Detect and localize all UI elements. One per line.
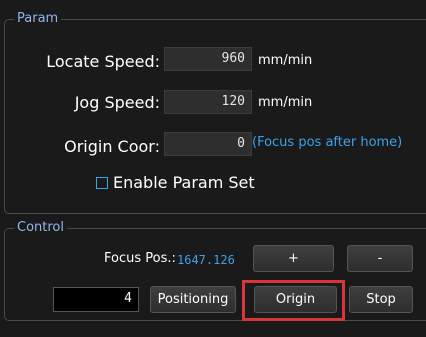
enable-param-set-toggle[interactable]: Enable Param Set <box>96 172 266 194</box>
enable-param-set-checkbox[interactable] <box>96 177 108 189</box>
locate-speed-label: Locate Speed: <box>46 52 160 71</box>
jog-speed-input[interactable]: 120 <box>164 90 252 114</box>
step-input[interactable]: 4 <box>53 287 139 312</box>
jog-speed-unit: mm/min <box>258 95 313 110</box>
locate-speed-unit: mm/min <box>258 53 313 68</box>
locate-speed-input[interactable]: 960 <box>164 47 252 71</box>
origin-coor-label: Origin Coor: <box>64 137 160 156</box>
enable-param-set-label: Enable Param Set <box>113 173 255 192</box>
focus-pos-value: 1647.126 <box>177 253 235 267</box>
origin-coor-hint: (Focus pos after home) <box>252 135 403 150</box>
focus-pos-label: Focus Pos.: <box>104 251 176 266</box>
stop-button[interactable]: Stop <box>349 286 413 313</box>
control-group-legend: Control <box>14 220 67 236</box>
origin-highlight-box <box>242 280 345 321</box>
origin-coor-input[interactable]: 0 <box>164 132 252 156</box>
jog-minus-button[interactable]: - <box>347 245 413 272</box>
jog-plus-button[interactable]: + <box>253 245 334 272</box>
param-group-legend: Param <box>14 11 62 27</box>
positioning-button[interactable]: Positioning <box>150 286 236 313</box>
jog-speed-label: Jog Speed: <box>74 93 160 112</box>
